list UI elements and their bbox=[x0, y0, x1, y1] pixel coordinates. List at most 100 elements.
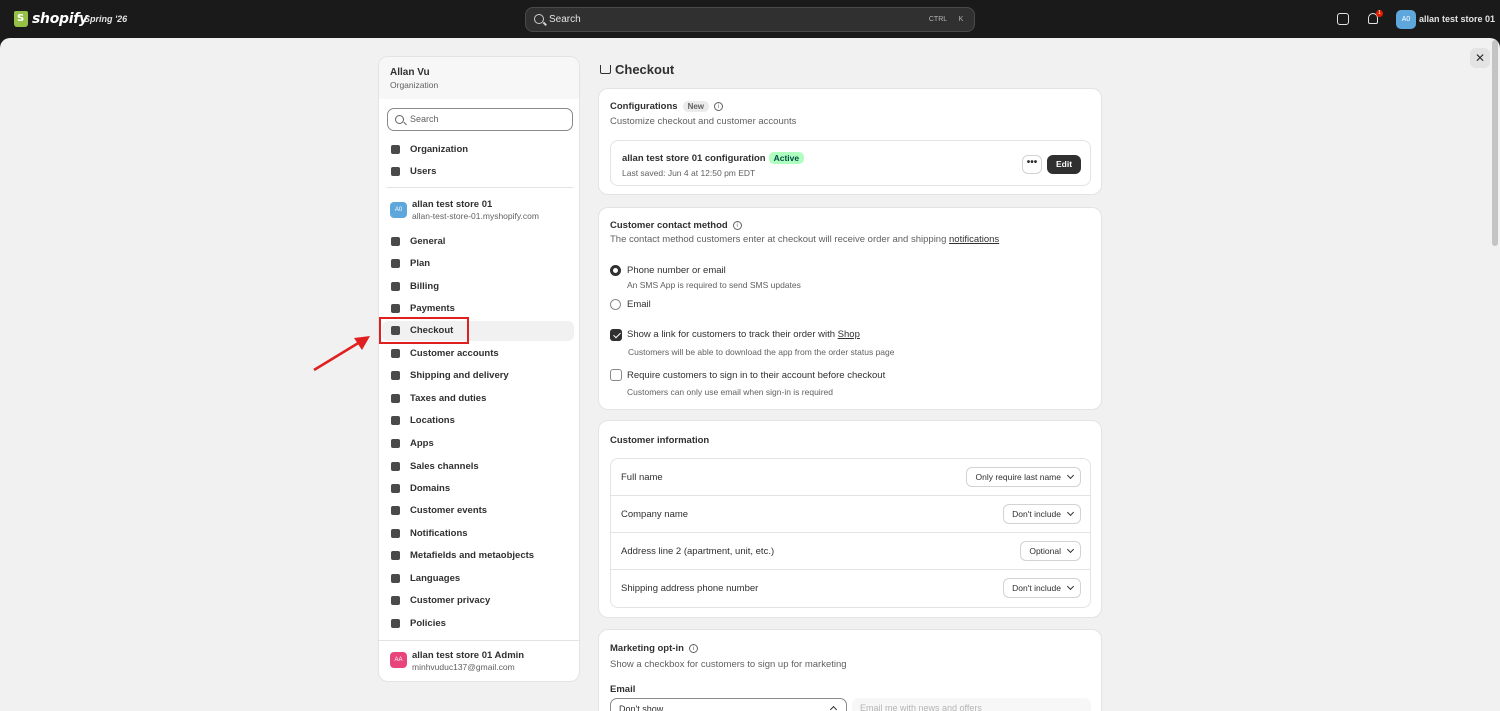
sidebar-item-notifications[interactable]: Notifications bbox=[382, 524, 574, 544]
checkbox-require-signin[interactable] bbox=[610, 369, 622, 381]
divider bbox=[379, 640, 579, 641]
annotation-arrow bbox=[313, 336, 370, 372]
store-name[interactable]: allan test store 01 bbox=[1419, 14, 1495, 24]
info-icon[interactable]: i bbox=[688, 643, 698, 653]
option-label: Require customers to sign in to their ac… bbox=[627, 370, 886, 381]
sidebar-item-label: Domains bbox=[410, 483, 451, 494]
card-title-text: Customer contact method bbox=[610, 220, 728, 231]
more-actions-button[interactable]: ••• bbox=[1022, 155, 1042, 174]
sidebar-item-plan[interactable]: Plan bbox=[382, 254, 574, 274]
store-name: allan test store 01 bbox=[412, 199, 493, 210]
option-label: Email bbox=[627, 299, 651, 310]
radio-phone-or-email[interactable] bbox=[610, 265, 621, 276]
row-label: Address line 2 (apartment, unit, etc.) bbox=[621, 546, 775, 557]
sidebar-item-taxes[interactable]: Taxes and duties bbox=[382, 389, 574, 409]
sidebar-item-label: Locations bbox=[410, 415, 455, 426]
sidebar-item-label: Metafields and metaobjects bbox=[410, 550, 535, 561]
configurations-card: Configurations New i Customize checkout an… bbox=[598, 88, 1102, 195]
sidebar-item-customer-privacy[interactable]: Customer privacy bbox=[382, 591, 574, 611]
marketing-subtitle: Show a checkbox for customers to sign up… bbox=[610, 659, 847, 670]
language-icon bbox=[391, 574, 400, 583]
option-label: Show a link for customers to track their… bbox=[627, 329, 860, 340]
configurations-title: Configurations New i bbox=[610, 101, 724, 112]
sidebar-item-label: Policies bbox=[410, 618, 446, 629]
top-bar: shopify Spring '26 Search CTRL K 1 A0 al… bbox=[0, 0, 1500, 38]
billing-icon bbox=[391, 282, 400, 291]
sidebar-item-organization[interactable]: Organization bbox=[382, 140, 574, 160]
contact-method-title: Customer contact method i bbox=[610, 220, 742, 231]
sidebar-item-payments[interactable]: Payments bbox=[382, 299, 574, 319]
domains-icon bbox=[391, 484, 400, 493]
status-badge: Active bbox=[768, 152, 805, 164]
sidebar-item-label: Taxes and duties bbox=[410, 393, 487, 404]
configurations-subtitle: Customize checkout and customer accounts bbox=[610, 116, 797, 127]
track-link-text: Show a link for customers to track their… bbox=[627, 329, 838, 340]
users-icon bbox=[391, 167, 400, 176]
sidebar-item-locations[interactable]: Locations bbox=[382, 411, 574, 431]
shopify-logo[interactable]: shopify bbox=[14, 11, 88, 27]
info-icon[interactable]: i bbox=[714, 101, 724, 111]
sidebar-item-label: Apps bbox=[410, 438, 434, 449]
full-name-select[interactable]: Only require last name bbox=[966, 467, 1081, 487]
settings-search-placeholder: Search bbox=[410, 114, 439, 124]
shortcut-k: K bbox=[958, 16, 964, 23]
table-row: Company name Don't include bbox=[611, 496, 1090, 533]
info-icon[interactable]: i bbox=[732, 220, 742, 230]
notifications-link[interactable]: notifications bbox=[949, 234, 999, 245]
table-row: Shipping address phone number Don't incl… bbox=[611, 570, 1090, 607]
address-line-2-select[interactable]: Optional bbox=[1020, 541, 1081, 561]
tax-icon bbox=[391, 394, 400, 403]
sidebar-item-shipping[interactable]: Shipping and delivery bbox=[382, 366, 574, 386]
company-name-select[interactable]: Don't include bbox=[1003, 504, 1081, 524]
cart-icon bbox=[600, 65, 611, 74]
page-title-text: Checkout bbox=[615, 62, 675, 77]
scrollbar[interactable] bbox=[1492, 40, 1498, 246]
sidebar-item-billing[interactable]: Billing bbox=[382, 277, 574, 297]
email-label: Email bbox=[610, 684, 636, 695]
org-name: Allan Vu bbox=[390, 67, 430, 78]
row-label: Company name bbox=[621, 509, 689, 520]
sidebar-item-label: Notifications bbox=[410, 528, 468, 539]
email-optin-select[interactable]: Don't show bbox=[610, 698, 847, 711]
configuration-name: allan test store 01 configuration Active bbox=[622, 152, 805, 164]
shortcut-ctrl: CTRL bbox=[928, 16, 948, 23]
sidebar-item-users[interactable]: Users bbox=[382, 162, 574, 182]
sidekick-icon[interactable] bbox=[1337, 13, 1349, 25]
email-optin-text-input[interactable]: Email me with news and offers bbox=[852, 698, 1091, 711]
close-button[interactable]: ✕ bbox=[1470, 48, 1490, 68]
org-header[interactable] bbox=[379, 57, 579, 99]
lock-icon bbox=[391, 596, 400, 605]
edit-button[interactable]: Edit bbox=[1047, 155, 1081, 174]
store-avatar[interactable]: A0 bbox=[1396, 10, 1416, 29]
global-search-bar[interactable]: Search CTRL K bbox=[525, 7, 975, 32]
sidebar-item-domains[interactable]: Domains bbox=[382, 479, 574, 499]
apps-icon bbox=[391, 439, 400, 448]
sidebar-item-label: Languages bbox=[410, 573, 461, 584]
sidebar-item-general[interactable]: General bbox=[382, 232, 574, 252]
location-icon bbox=[391, 416, 400, 425]
checkbox-track-order[interactable] bbox=[610, 329, 622, 341]
radio-email[interactable] bbox=[610, 299, 621, 310]
sidebar-item-apps[interactable]: Apps bbox=[382, 434, 574, 454]
shipping-phone-select[interactable]: Don't include bbox=[1003, 578, 1081, 598]
sidebar-item-languages[interactable]: Languages bbox=[382, 569, 574, 589]
sidebar-item-sales-channels[interactable]: Sales channels bbox=[382, 457, 574, 477]
metafields-icon bbox=[391, 551, 400, 560]
sidebar-item-label: Customer accounts bbox=[410, 348, 499, 359]
settings-search-input[interactable]: Search bbox=[387, 108, 573, 131]
settings-sidebar: Allan Vu Organization Search Organizatio… bbox=[378, 56, 580, 682]
sidebar-item-label: Shipping and delivery bbox=[410, 370, 509, 381]
avatar: AA bbox=[390, 652, 407, 668]
subtitle-text: The contact method customers enter at ch… bbox=[610, 234, 950, 245]
sidebar-item-customer-accounts[interactable]: Customer accounts bbox=[382, 344, 574, 364]
sidebar-item-label: Customer privacy bbox=[410, 595, 491, 606]
contact-method-subtitle: The contact method customers enter at ch… bbox=[610, 234, 999, 245]
sidebar-item-metafields[interactable]: Metafields and metaobjects bbox=[382, 546, 574, 566]
sidebar-item-customer-events[interactable]: Customer events bbox=[382, 501, 574, 521]
configuration-row[interactable]: allan test store 01 configuration Active … bbox=[610, 140, 1091, 186]
edition-label: Spring '26 bbox=[84, 14, 128, 24]
shop-link[interactable]: Shop bbox=[838, 329, 860, 340]
marketing-optin-card: Marketing opt-in i Show a checkbox for cu… bbox=[598, 629, 1102, 711]
store-url: allan-test-store-01.myshopify.com bbox=[412, 211, 539, 221]
sidebar-item-policies[interactable]: Policies bbox=[382, 614, 574, 634]
